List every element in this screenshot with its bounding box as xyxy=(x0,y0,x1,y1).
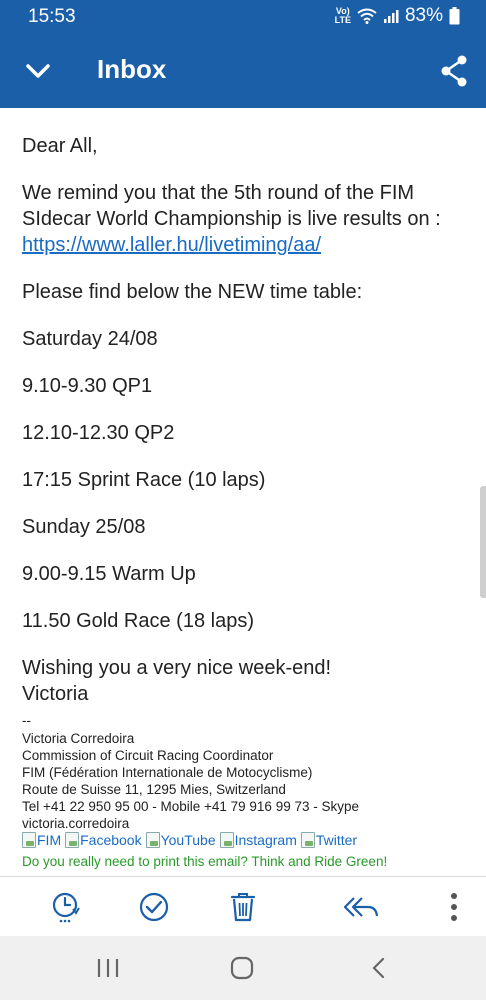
schedule-item: Sunday 25/08 xyxy=(22,516,146,538)
email-body[interactable]: Dear All, We remind you that the 5th rou… xyxy=(0,108,486,876)
paragraph-live-results: We remind you that the 5th round of the … xyxy=(22,180,472,258)
schedule-item: 9.00-9.15 Warm Up xyxy=(22,563,196,585)
share-icon[interactable] xyxy=(438,54,470,88)
wifi-icon xyxy=(357,8,377,24)
email-actions-bar xyxy=(0,876,486,936)
signal-icon xyxy=(383,10,399,23)
page-title: Inbox xyxy=(97,54,167,84)
youtube-link[interactable]: YouTube xyxy=(145,832,216,848)
instagram-link-label: Instagram xyxy=(234,832,297,848)
trash-icon[interactable] xyxy=(225,889,261,925)
broken-image-icon xyxy=(219,832,234,848)
reply-all-icon[interactable] xyxy=(340,889,380,925)
status-time: 15:53 xyxy=(28,6,76,27)
signature-phone: Tel +41 22 950 95 00 - Mobile +41 79 916… xyxy=(22,799,359,814)
signature-role: Commission of Circuit Racing Coordinator xyxy=(22,748,274,763)
scrollbar[interactable] xyxy=(480,486,486,598)
facebook-link[interactable]: Facebook xyxy=(65,832,142,848)
schedule-item: 12.10-12.30 QP2 xyxy=(22,422,175,444)
social-links: FIM Facebook YouTube Instagram Twitter xyxy=(22,832,357,848)
schedule-item: Saturday 24/08 xyxy=(22,328,158,350)
paragraph-text: We remind you that the 5th round of the … xyxy=(22,182,441,230)
signature-skype: victoria.corredoira xyxy=(22,816,130,831)
schedule-item: 17:15 Sprint Race (10 laps) xyxy=(22,469,266,491)
sender-name: Victoria xyxy=(22,683,89,705)
broken-image-icon xyxy=(300,832,315,848)
broken-image-icon xyxy=(22,832,36,848)
snooze-icon[interactable] xyxy=(48,889,84,925)
fim-link[interactable]: FIM xyxy=(22,832,61,848)
signature-name: Victoria Corredoira xyxy=(22,731,135,746)
greeting: Dear All, xyxy=(22,135,98,157)
recents-icon[interactable] xyxy=(93,954,123,982)
battery-icon xyxy=(449,7,460,25)
broken-image-icon xyxy=(65,832,80,848)
signature-org: FIM (Fédération Internationale de Motocy… xyxy=(22,765,313,780)
battery-percent: 83% xyxy=(404,5,443,26)
instagram-link[interactable]: Instagram xyxy=(219,832,297,848)
youtube-link-label: YouTube xyxy=(160,832,216,848)
system-nav-bar xyxy=(0,936,486,1000)
schedule-item: 11.50 Gold Race (18 laps) xyxy=(22,610,254,632)
facebook-link-label: Facebook xyxy=(80,832,142,848)
schedule-item: 9.10-9.30 QP1 xyxy=(22,375,153,397)
twitter-link-label: Twitter xyxy=(315,832,358,848)
fim-link-label: FIM xyxy=(37,832,62,848)
green-note: Do you really need to print this email? … xyxy=(22,854,388,869)
status-icons: Vo) LTE 83% xyxy=(335,5,460,27)
signature-address: Route de Suisse 11, 1295 Mies, Switzerla… xyxy=(22,782,286,797)
app-bar: Inbox xyxy=(0,34,486,108)
home-icon[interactable] xyxy=(227,954,257,982)
more-options-icon[interactable] xyxy=(436,889,472,925)
volte-icon: Vo) LTE xyxy=(334,6,351,25)
closing-line: Wishing you a very nice week-end! xyxy=(22,657,332,679)
chevron-down-icon[interactable] xyxy=(22,56,54,86)
livetiming-link[interactable]: https://www.laller.hu/livetiming/aa/ xyxy=(22,234,321,256)
signature-separator: -- xyxy=(22,713,31,728)
paragraph-timetable: Please find below the NEW time table: xyxy=(22,281,363,303)
status-bar: 15:53 Vo) LTE 83% xyxy=(0,0,486,34)
back-icon[interactable] xyxy=(364,954,394,982)
mark-done-icon[interactable] xyxy=(136,889,172,925)
broken-image-icon xyxy=(145,832,160,848)
twitter-link[interactable]: Twitter xyxy=(300,832,358,848)
